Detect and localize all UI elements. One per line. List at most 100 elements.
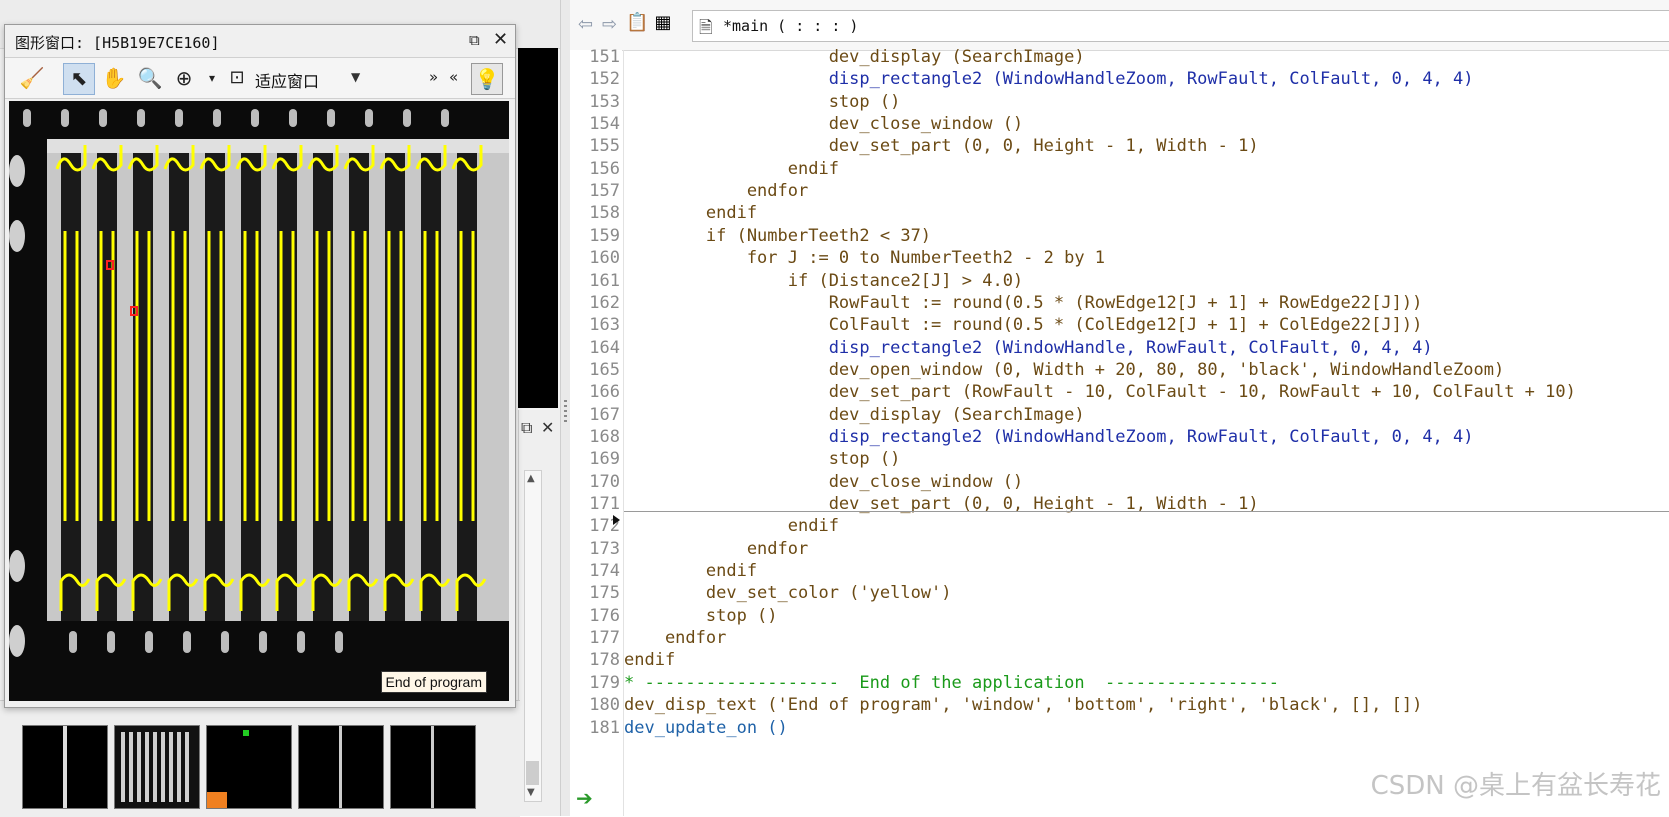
code-line[interactable]: stop ()	[624, 604, 778, 628]
code-line[interactable]: dev_set_part (0, 0, Height - 1, Width - …	[624, 492, 1259, 516]
code-line[interactable]: dev_close_window ()	[624, 112, 1023, 136]
line-number: 155	[589, 136, 620, 157]
line-number: 177	[589, 628, 620, 649]
code-line[interactable]: for J := 0 to NumberTeeth2 - 2 by 1	[624, 246, 1105, 270]
code-line[interactable]: dev_set_part (0, 0, Height - 1, Width - …	[624, 134, 1259, 158]
back-arrow-icon[interactable]: ⇦	[578, 14, 593, 35]
line-number: 171	[589, 494, 620, 514]
code-line[interactable]: * ------------------- End of the applica…	[624, 671, 1279, 695]
code-line[interactable]: endif	[624, 648, 675, 672]
procedure-doc-icon: 🗎	[699, 18, 713, 38]
image-variables-strip	[0, 700, 520, 817]
image-thumbnail[interactable]	[114, 725, 200, 809]
code-line[interactable]: dev_close_window ()	[624, 470, 1023, 494]
code-line[interactable]: dev_open_window (0, Width + 20, 80, 80, …	[624, 358, 1505, 382]
region-marker	[243, 730, 249, 736]
code-line[interactable]: ColFault := round(0.5 * (ColEdge12[J + 1…	[624, 313, 1423, 337]
code-line[interactable]: endfor	[624, 626, 726, 650]
pointer-icon[interactable]: ⬉	[63, 63, 95, 95]
pan-hand-icon[interactable]: ✋	[99, 63, 129, 93]
code-line[interactable]: disp_rectangle2 (WindowHandleZoom, RowFa…	[624, 425, 1474, 449]
fit-window-icon[interactable]: ⊡	[227, 63, 247, 93]
close-icon[interactable]: ✕	[493, 29, 508, 50]
line-number: 170	[589, 471, 620, 492]
close-icon[interactable]: ✕	[541, 418, 554, 437]
line-number: 167	[589, 404, 620, 425]
less-icon[interactable]: «	[449, 68, 458, 86]
line-number: 153	[589, 91, 620, 112]
procedure-selector[interactable]: 🗎 *main ( : : : )	[692, 10, 1669, 42]
clipboard-icon[interactable]: 📋	[626, 12, 648, 34]
code-line[interactable]: endif	[624, 201, 757, 225]
graphics-window-titlebar[interactable]: 图形窗口: [H5B19E7CE160] ⧉ ✕	[5, 25, 515, 58]
restore-icon[interactable]: ⧉	[469, 31, 480, 49]
line-number: 166	[589, 382, 620, 403]
image-display-canvas[interactable]: End of program	[9, 101, 509, 701]
line-number: 152	[589, 69, 620, 90]
code-line[interactable]: endif	[624, 157, 839, 181]
line-number: 157	[589, 181, 620, 202]
splitter-grip[interactable]	[564, 400, 567, 424]
code-line[interactable]: dev_update_on ()	[624, 716, 788, 740]
code-line[interactable]: dev_disp_text ('End of program', 'window…	[624, 693, 1422, 717]
line-number: 158	[589, 203, 620, 224]
fit-window-select[interactable]: 适应窗口	[255, 68, 319, 92]
zoom-in-icon[interactable]: ⊕	[169, 63, 199, 93]
code-line[interactable]: dev_set_color ('yellow')	[624, 581, 952, 605]
image-thumbnail[interactable]	[22, 725, 108, 809]
line-number: 181	[589, 717, 620, 738]
vertical-scrollbar[interactable]: ▲ ▼	[524, 470, 542, 802]
scroll-up-icon[interactable]: ▲	[527, 473, 535, 484]
line-number: 156	[589, 158, 620, 179]
lightbulb-icon[interactable]: 💡	[471, 63, 503, 95]
line-number: 151	[589, 47, 620, 67]
more-icon[interactable]: »	[429, 68, 438, 86]
line-number: 168	[589, 426, 620, 447]
code-line[interactable]: endfor	[624, 537, 808, 561]
code-line[interactable]: endfor	[624, 179, 808, 203]
code-line[interactable]: if (Distance2[J] > 4.0)	[624, 269, 1023, 293]
graphics-window-title: 图形窗口: [H5B19E7CE160]	[15, 34, 220, 52]
code-line[interactable]: stop ()	[624, 447, 901, 471]
graphics-window-toolbar: 🧹 ⬉ ✋ 🔍 ⊕ ▾ ⊡ 适应窗口 ▼ » « 💡	[5, 58, 515, 99]
current-line-indicator	[624, 511, 1669, 512]
code-line[interactable]: disp_rectangle2 (WindowHandle, RowFault,…	[624, 336, 1433, 360]
line-number: 175	[589, 583, 620, 604]
editor-toolbar: ⇦ ⇨ 📋 ▦ 🗎 *main ( : : : )	[570, 0, 1669, 51]
line-number: 160	[589, 248, 620, 269]
procedure-grid-icon[interactable]: ▦	[652, 12, 674, 34]
scrollbar-thumb[interactable]	[526, 761, 539, 785]
line-number: 169	[589, 449, 620, 470]
line-number: 165	[589, 359, 620, 380]
line-number: 159	[589, 225, 620, 246]
scroll-down-icon[interactable]: ▼	[527, 787, 535, 798]
image-thumbnail-preview	[115, 726, 199, 808]
restore-icon[interactable]: ⧉	[521, 418, 532, 438]
forward-arrow-icon[interactable]: ⇨	[602, 14, 617, 35]
code-line[interactable]: disp_rectangle2 (WindowHandleZoom, RowFa…	[624, 67, 1474, 91]
graphics-window[interactable]: 图形窗口: [H5B19E7CE160] ⧉ ✕ 🧹 ⬉ ✋ 🔍 ⊕ ▾ ⊡ 适…	[4, 24, 516, 708]
region-marker	[207, 792, 227, 808]
code-line[interactable]: RowFault := round(0.5 * (RowEdge12[J + 1…	[624, 291, 1423, 315]
line-number: 179	[589, 672, 620, 693]
watermark: CSDN @桌上有盆长寿花	[1370, 771, 1661, 801]
image-thumbnail[interactable]	[390, 725, 476, 809]
code-line[interactable]: dev_display (SearchImage)	[624, 45, 1085, 69]
line-number: 162	[589, 292, 620, 313]
chevron-down-icon[interactable]: ▼	[351, 70, 360, 84]
code-line[interactable]: stop ()	[624, 90, 901, 114]
program-counter-arrow-icon: ➔	[576, 786, 593, 810]
image-thumbnail[interactable]	[206, 725, 292, 809]
magnifier-icon[interactable]: 🔍	[135, 63, 165, 93]
code-line[interactable]: dev_set_part (RowFault - 10, ColFault - …	[624, 380, 1576, 404]
image-thumbnail[interactable]	[298, 725, 384, 809]
zoom-dropdown-icon[interactable]: ▾	[197, 63, 227, 93]
insert-cursor-marker-icon	[613, 515, 620, 525]
code-line[interactable]: endif	[624, 559, 757, 583]
clear-brush-icon[interactable]: 🧹	[17, 63, 47, 93]
code-line[interactable]: dev_display (SearchImage)	[624, 403, 1085, 427]
procedure-name: *main ( : : : )	[723, 17, 859, 35]
code-line[interactable]: if (NumberTeeth2 < 37)	[624, 224, 931, 248]
code-line[interactable]: endif	[624, 514, 839, 538]
line-number: 161	[589, 270, 620, 291]
